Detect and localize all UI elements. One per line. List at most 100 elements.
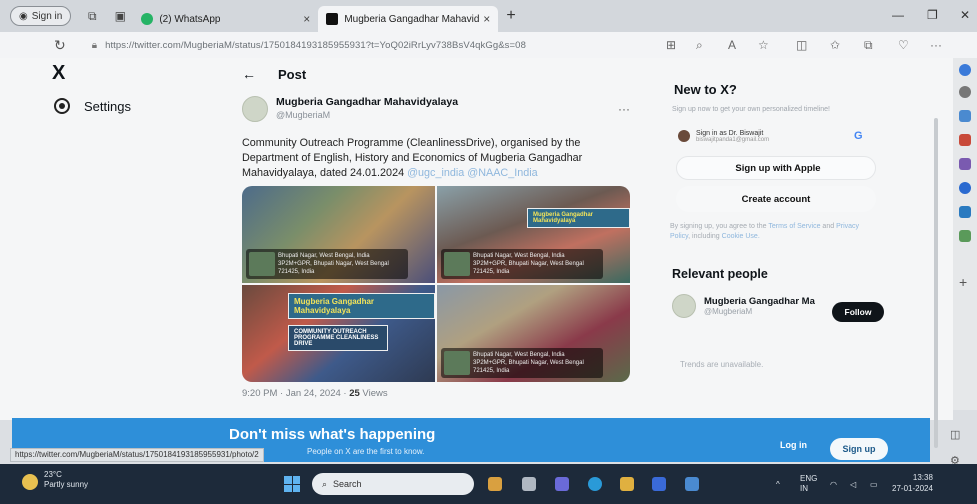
- new-to-x-title: New to X?: [674, 82, 737, 97]
- geo-stamp: Bhupati Nagar, West Bengal, India 3P2M+G…: [246, 249, 409, 279]
- tweet-photo-2[interactable]: Mugberia Gangadhar Mahavidyalaya Bhupati…: [437, 186, 630, 283]
- google-signin-label: Sign in as Dr. Biswajit: [696, 129, 764, 137]
- taskbar-clock[interactable]: 13:38 27-01-2024: [892, 472, 933, 494]
- cookie-link[interactable]: Cookie Use.: [722, 233, 760, 240]
- back-arrow-icon[interactable]: ←: [242, 66, 256, 82]
- profile-icon: ◉: [19, 10, 28, 22]
- google-signin-card[interactable]: Sign in as Dr. Biswajit biswajitpanda1@g…: [672, 122, 876, 150]
- edge-icon[interactable]: [588, 477, 602, 491]
- weather-widget[interactable]: 23°C Partly sunny: [22, 470, 88, 490]
- browser-signin-label: Sign in: [31, 10, 63, 22]
- tweet-timestamp[interactable]: 9:20 PM · Jan 24, 2024 ·: [242, 388, 347, 399]
- photo-subbanner: COMMUNITY OUTREACH PROGRAMME CLEANLINESS…: [288, 325, 388, 351]
- tab-close-icon[interactable]: ×: [483, 12, 490, 26]
- close-window-button[interactable]: ✕: [960, 8, 970, 22]
- tab-title: (2) WhatsApp: [159, 13, 221, 25]
- avatar[interactable]: [242, 96, 268, 122]
- language-code: ENG: [800, 474, 818, 483]
- signup-button[interactable]: Sign up: [830, 438, 888, 460]
- signup-prompt-subtitle: People on X are the first to know.: [307, 447, 425, 456]
- toolbox-icon[interactable]: [959, 134, 971, 146]
- tweet-mentions[interactable]: @ugc_india @NAAC_India: [407, 167, 538, 179]
- tray-chevron-icon[interactable]: ^: [776, 480, 780, 489]
- post-header: ← Post: [232, 58, 652, 90]
- tweet-photo-3[interactable]: Mugberia Gangadhar Mahavidyalaya COMMUNI…: [242, 285, 435, 382]
- workspaces-icon[interactable]: ⧉: [85, 9, 99, 23]
- region-code: IN: [800, 484, 808, 493]
- language-indicator[interactable]: ENG IN: [800, 474, 817, 494]
- sidebar-item-settings[interactable]: Settings: [54, 98, 131, 114]
- author-row[interactable]: Mugberia Gangadhar Mahavidyalaya @Mugber…: [242, 96, 458, 122]
- follow-button[interactable]: Follow: [832, 302, 884, 322]
- geo-stamp: Bhupati Nagar, West Bengal, India 3P2M+G…: [441, 348, 604, 378]
- photos-icon[interactable]: [685, 477, 699, 491]
- sidebar-item-label: Settings: [84, 98, 131, 114]
- tag-icon[interactable]: [959, 110, 971, 122]
- map-thumbnail: [444, 252, 470, 276]
- split-screen-icon[interactable]: ◫: [796, 38, 807, 52]
- tab-close-icon[interactable]: ×: [303, 12, 310, 26]
- google-email: biswajitpanda1@gmail.com: [696, 136, 770, 143]
- collections-icon[interactable]: ⧉: [864, 38, 873, 53]
- zoom-icon[interactable]: ⌕: [696, 38, 703, 53]
- volume-icon[interactable]: ◁: [850, 480, 856, 489]
- tab-twitter[interactable]: Mugberia Gangadhar Mahavidy… ×: [318, 6, 499, 32]
- games-icon[interactable]: [959, 158, 971, 170]
- signup-prompt-title: Don't miss what's happening: [229, 426, 436, 443]
- relevant-person[interactable]: Mugberia Gangadhar Ma @MugberiaM: [672, 294, 824, 318]
- favorites-icon[interactable]: ✩: [830, 38, 840, 52]
- office-icon[interactable]: [959, 182, 971, 194]
- new-tab-button[interactable]: +: [506, 7, 515, 25]
- scrollbar[interactable]: [934, 118, 938, 448]
- drop-icon[interactable]: [959, 230, 971, 242]
- terms-link[interactable]: Terms of Service: [768, 223, 820, 230]
- teams-icon[interactable]: [555, 477, 569, 491]
- add-icon[interactable]: +: [959, 275, 971, 289]
- outlook-icon[interactable]: [959, 206, 971, 218]
- avatar[interactable]: [672, 294, 696, 318]
- minimize-button[interactable]: —: [892, 8, 904, 22]
- reload-icon[interactable]: ↻: [54, 37, 66, 54]
- apple-signup-label: Sign up with Apple: [735, 162, 821, 174]
- status-bar-url: https://twitter.com/MugberiaM/status/175…: [10, 448, 264, 462]
- relevant-person-name[interactable]: Mugberia Gangadhar Ma: [704, 296, 824, 307]
- more-options-icon[interactable]: ···: [618, 102, 630, 116]
- task-view-icon[interactable]: [522, 477, 536, 491]
- map-thumbnail: [249, 252, 275, 276]
- author-name[interactable]: Mugberia Gangadhar Mahavidyalaya: [276, 96, 458, 108]
- tweet-photo-4[interactable]: Bhupati Nagar, West Bengal, India 3P2M+G…: [437, 285, 630, 382]
- file-explorer-icon[interactable]: [620, 477, 634, 491]
- browser-signin-button[interactable]: ◉ Sign in: [10, 6, 72, 26]
- photo-banner: Mugberia Gangadhar Mahavidyalaya: [288, 293, 435, 319]
- lock-icon[interactable]: 🔒︎: [92, 40, 97, 51]
- url-field[interactable]: https://twitter.com/MugberiaM/status/175…: [105, 40, 526, 51]
- tab-whatsapp[interactable]: (2) WhatsApp ×: [133, 6, 318, 32]
- sidebar-toggle-icon[interactable]: ◫: [950, 428, 960, 441]
- read-aloud-icon[interactable]: A: [728, 38, 736, 52]
- taskbar-search[interactable]: ⌕ Search: [312, 473, 474, 495]
- start-button-icon[interactable]: [284, 476, 300, 492]
- favorite-star-icon[interactable]: ☆: [758, 38, 769, 52]
- menu-more-icon[interactable]: ···: [930, 38, 942, 52]
- photo-banner: Mugberia Gangadhar Mahavidyalaya: [527, 208, 630, 228]
- maximize-button[interactable]: ❐: [927, 8, 938, 22]
- battery-icon[interactable]: ▭: [870, 480, 878, 489]
- page-title: Post: [278, 66, 307, 82]
- create-account-button[interactable]: Create account: [676, 186, 876, 212]
- store-icon[interactable]: [652, 477, 666, 491]
- x-logo-icon[interactable]: X: [52, 62, 65, 85]
- apps-icon[interactable]: ⊞: [666, 38, 676, 52]
- relevant-people-title: Relevant people: [672, 267, 768, 281]
- stamp-address: 3P2M+GPR, Bhupati Nagar, West Bengal 721…: [473, 360, 584, 374]
- search-icon[interactable]: [959, 86, 971, 98]
- widgets-icon[interactable]: [488, 477, 502, 491]
- tab-actions-icon[interactable]: ▣: [113, 9, 127, 23]
- trends-unavailable: Trends are unavailable.: [680, 360, 764, 369]
- tweet-photo-1[interactable]: Bhupati Nagar, West Bengal, India 3P2M+G…: [242, 186, 435, 283]
- author-handle[interactable]: @MugberiaM: [276, 110, 458, 120]
- login-button[interactable]: Log in: [780, 440, 807, 450]
- wifi-icon[interactable]: ◠: [830, 480, 837, 489]
- apple-signup-button[interactable]: Sign up with Apple: [676, 156, 876, 180]
- heart-icon[interactable]: ♡: [898, 38, 909, 52]
- copilot-icon[interactable]: [959, 64, 971, 76]
